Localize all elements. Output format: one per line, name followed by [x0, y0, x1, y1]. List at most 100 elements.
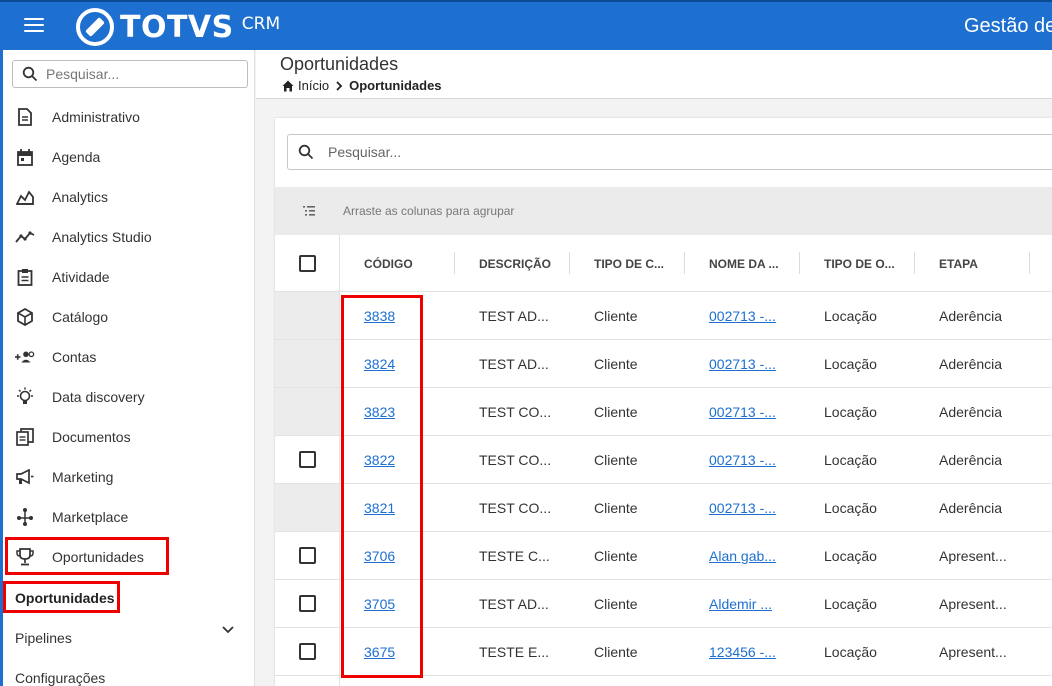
- cell-codigo[interactable]: 3824: [364, 340, 395, 387]
- column-divider[interactable]: [684, 252, 685, 274]
- row-select-cell[interactable]: [275, 580, 339, 627]
- calendar-icon: [15, 147, 35, 167]
- cell-codigo[interactable]: 3675: [364, 628, 395, 675]
- sidebar-item-analytics[interactable]: Analytics: [15, 177, 245, 217]
- sidebar-item-data-discovery[interactable]: Data discovery: [15, 377, 245, 417]
- sidebar-item-oportunidades[interactable]: Oportunidades: [15, 537, 245, 577]
- column-header-codigo[interactable]: CÓDIGO: [364, 235, 413, 292]
- cell-nome[interactable]: 002713 -...: [709, 292, 776, 339]
- sidebar-item-atividade[interactable]: Atividade: [15, 257, 245, 297]
- cell-nome[interactable]: 002713 -...: [709, 388, 776, 435]
- table-row[interactable]: 3675 TESTE E... Cliente 123456 -... Locação A…: [275, 628, 1052, 676]
- cell-etapa: Apresent...: [939, 547, 1007, 564]
- hamburger-menu-icon[interactable]: [24, 18, 44, 34]
- column-divider[interactable]: [914, 252, 915, 274]
- column-divider[interactable]: [569, 252, 570, 274]
- page-header: Oportunidades Início Oportunidades: [256, 50, 1052, 99]
- row-select-cell[interactable]: [275, 340, 339, 387]
- sidebar-item-catalogo[interactable]: Catálogo: [15, 297, 245, 337]
- sidebar-item-label: Contas: [52, 349, 97, 365]
- documents-icon: [15, 427, 35, 447]
- table-header: CÓDIGO DESCRIÇÃO TIPO DE C... NOME DA ..…: [275, 235, 1052, 292]
- cell-nome[interactable]: Aldemir ...: [709, 580, 772, 627]
- totvs-logo[interactable]: TOTVS CRM: [76, 8, 280, 46]
- cell-tipo-oportunidade: Locação: [824, 403, 877, 420]
- sidebar-search-input[interactable]: [46, 66, 226, 82]
- sidebar-item-documentos[interactable]: Documentos: [15, 417, 245, 457]
- table-row[interactable]: 3821 TEST CO... Cliente 002713 -... Locação A…: [275, 484, 1052, 532]
- select-all-checkbox[interactable]: [299, 255, 316, 272]
- cell-etapa: Apresent...: [939, 595, 1007, 612]
- cell-tipo-oportunidade: Locação: [824, 451, 877, 468]
- row-select-cell[interactable]: [275, 388, 339, 435]
- column-header-tipo-oportunidade[interactable]: TIPO DE O...: [824, 235, 895, 292]
- cell-codigo[interactable]: 3838: [364, 292, 395, 339]
- cell-codigo[interactable]: 3706: [364, 532, 395, 579]
- cell-codigo[interactable]: 3821: [364, 484, 395, 531]
- group-panel[interactable]: Arraste as colunas para agrupar: [275, 187, 1052, 235]
- column-header-etapa[interactable]: ETAPA: [939, 235, 978, 292]
- search-icon: [298, 144, 314, 160]
- sidebar-item-marketplace[interactable]: Marketplace: [15, 497, 245, 537]
- cell-etapa: Aderência: [939, 307, 1003, 324]
- sidebar-item-analytics-studio[interactable]: Analytics Studio: [15, 217, 245, 257]
- chevron-down-icon[interactable]: [221, 622, 235, 636]
- cell-tipo-oportunidade: Locação: [824, 643, 877, 660]
- cell-codigo[interactable]: 3822: [364, 436, 395, 483]
- cell-nome[interactable]: 002713 -...: [709, 436, 776, 483]
- cell-etapa: Aderência: [939, 499, 1003, 516]
- table-row[interactable]: 3706 TESTE C... Cliente Alan gab... Locação A…: [275, 532, 1052, 580]
- sidebar-search[interactable]: [12, 60, 248, 88]
- cell-descricao: TESTE C...: [479, 547, 550, 564]
- sidebar-subitem-configuracoes[interactable]: Configurações: [15, 670, 105, 686]
- row-checkbox[interactable]: [299, 595, 316, 612]
- row-checkbox[interactable]: [299, 643, 316, 660]
- sidebar-item-contas[interactable]: Contas: [15, 337, 245, 377]
- trophy-icon: [15, 547, 35, 567]
- column-divider[interactable]: [1029, 252, 1030, 274]
- grid-search-input[interactable]: [328, 144, 928, 160]
- row-checkbox[interactable]: [299, 451, 316, 468]
- column-header-nome[interactable]: NOME DA ...: [709, 235, 779, 292]
- sidebar-item-marketing[interactable]: Marketing: [15, 457, 245, 497]
- trend-line-icon: [15, 227, 35, 247]
- row-select-cell[interactable]: [275, 292, 339, 339]
- column-header-descricao[interactable]: DESCRIÇÃO: [479, 235, 551, 292]
- row-select-cell[interactable]: [275, 436, 339, 483]
- breadcrumb-home[interactable]: Início: [298, 78, 329, 93]
- column-divider[interactable]: [799, 252, 800, 274]
- cell-codigo[interactable]: 3823: [364, 388, 395, 435]
- column-header-tipo-cliente[interactable]: TIPO DE C...: [594, 235, 664, 292]
- column-divider[interactable]: [454, 252, 455, 274]
- breadcrumb: Início Oportunidades: [282, 78, 442, 93]
- table-row[interactable]: 3838 TEST AD... Cliente 002713 -... Locação A…: [275, 292, 1052, 340]
- cell-tipo-cliente: Cliente: [594, 499, 638, 516]
- sidebar-subitem-pipelines[interactable]: Pipelines: [15, 630, 72, 646]
- row-select-cell[interactable]: [275, 628, 339, 675]
- row-checkbox[interactable]: [299, 547, 316, 564]
- table-row[interactable]: 3824 TEST AD... Cliente 002713 -... Locação A…: [275, 340, 1052, 388]
- table-row[interactable]: 3823 TEST CO... Cliente 002713 -... Locação A…: [275, 388, 1052, 436]
- cell-codigo[interactable]: 3705: [364, 580, 395, 627]
- sidebar-item-label: Marketplace: [52, 509, 129, 525]
- cell-nome[interactable]: 002713 -...: [709, 340, 776, 387]
- app-title: Gestão de: [964, 15, 1052, 37]
- cell-tipo-cliente: Cliente: [594, 307, 638, 324]
- cell-nome[interactable]: 123456 -...: [709, 628, 776, 675]
- row-select-cell[interactable]: [275, 532, 339, 579]
- table-row[interactable]: 3705 TEST AD... Cliente Aldemir ... Locação A…: [275, 580, 1052, 628]
- sidebar-item-agenda[interactable]: Agenda: [15, 137, 245, 177]
- cell-etapa: Aderência: [939, 403, 1003, 420]
- table-row[interactable]: 3822 TEST CO... Cliente 002713 -... Locação A…: [275, 436, 1052, 484]
- sidebar-item-label: Data discovery: [52, 389, 145, 405]
- top-bar: TOTVS CRM Gestão de: [0, 0, 1052, 50]
- sidebar-item-administrativo[interactable]: Administrativo: [15, 97, 245, 137]
- cell-nome[interactable]: Alan gab...: [709, 532, 776, 579]
- cell-nome[interactable]: 002713 -...: [709, 484, 776, 531]
- cell-tipo-oportunidade: Locação: [824, 595, 877, 612]
- document-icon: [15, 107, 35, 127]
- sidebar-subitem-oportunidades[interactable]: Oportunidades: [15, 590, 115, 606]
- grid-search[interactable]: [287, 134, 1052, 170]
- row-select-cell[interactable]: [275, 484, 339, 531]
- cell-descricao: TEST CO...: [479, 499, 552, 516]
